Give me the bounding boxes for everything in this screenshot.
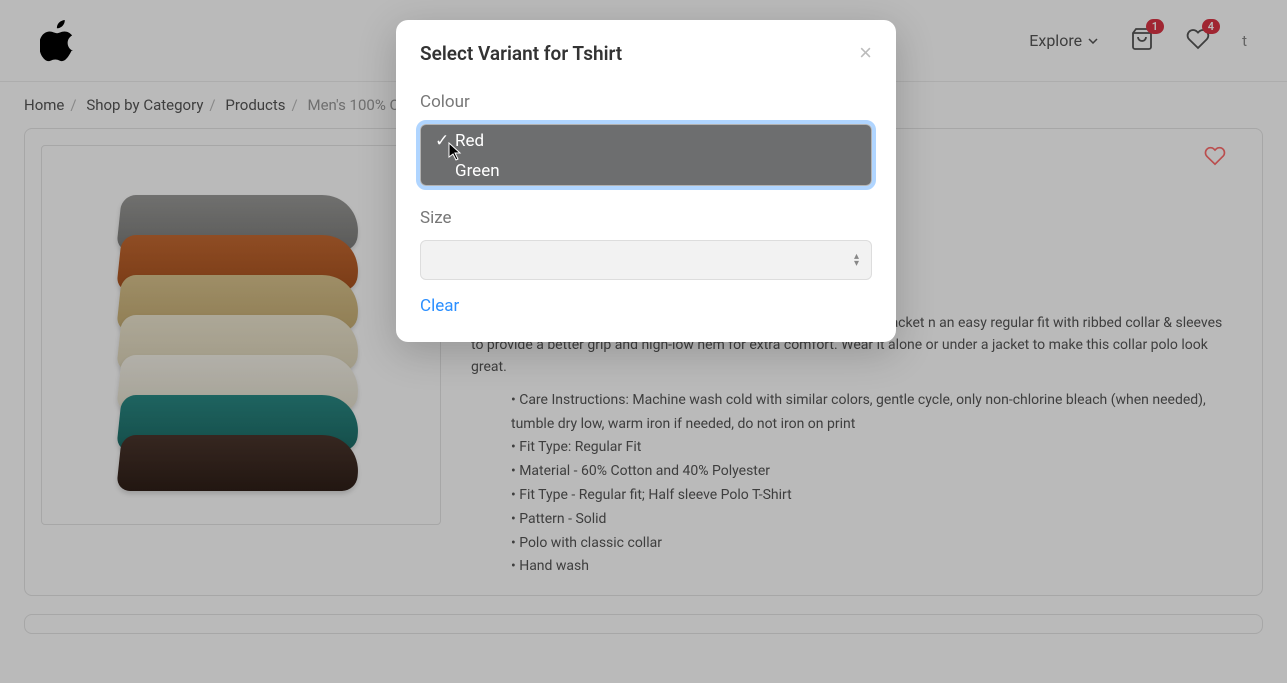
option-label: Green <box>455 161 500 181</box>
checkmark-icon: ✓ <box>435 131 449 151</box>
colour-option-green[interactable]: Green <box>421 155 871 185</box>
close-icon: × <box>859 40 872 65</box>
size-select[interactable]: ▴▾ <box>420 240 872 280</box>
modal-title: Select Variant for Tshirt <box>420 42 622 65</box>
variant-modal: Select Variant for Tshirt × Colour ✓ Red… <box>396 20 896 342</box>
colour-select-open[interactable]: ✓ Red Green <box>420 124 872 186</box>
clear-link[interactable]: Clear <box>420 296 459 316</box>
select-chevrons-icon: ▴▾ <box>854 253 859 267</box>
colour-label: Colour <box>420 92 872 112</box>
colour-option-red[interactable]: ✓ Red <box>421 125 871 155</box>
option-label: Red <box>455 131 484 151</box>
size-label: Size <box>420 208 872 228</box>
close-button[interactable]: × <box>859 40 872 66</box>
